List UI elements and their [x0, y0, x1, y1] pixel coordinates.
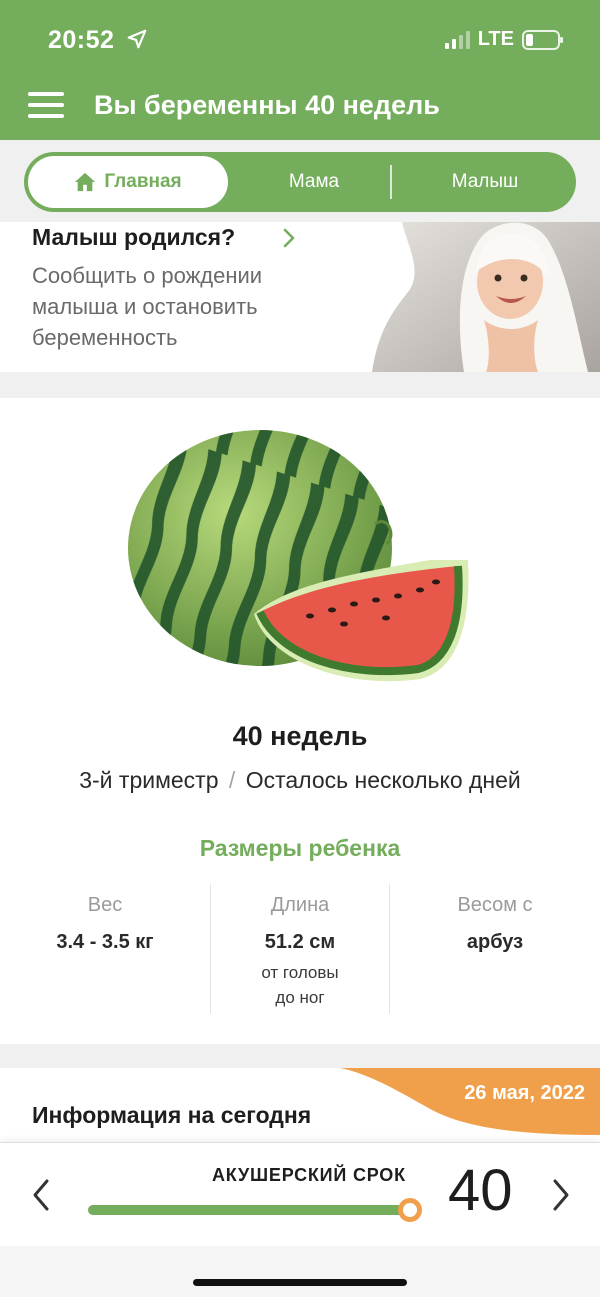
term-slider-fill [88, 1205, 410, 1215]
tab-home[interactable]: Главная [28, 156, 228, 208]
watermelon-image [128, 430, 469, 682]
sizes-title: Размеры ребенка [199, 835, 401, 861]
chevron-left-icon[interactable] [26, 1173, 56, 1217]
baby-born-card[interactable]: Малыш родился? Сообщить о рождении малыш… [0, 222, 600, 372]
segmented-tabs: Главная Мама Малыш [24, 152, 576, 212]
trimester-separator: / [228, 767, 236, 793]
size-note-line1: от головы [261, 963, 339, 982]
baby-size-card: 40 недель 3-й триместр / Осталось нескол… [0, 398, 600, 1044]
size-value: арбуз [466, 931, 524, 953]
battery-icon [522, 29, 563, 50]
home-bar [0, 1246, 600, 1297]
weeks-heading: 40 недель [232, 721, 368, 751]
tab-home-label: Главная [104, 171, 182, 192]
size-label: Весом с [457, 894, 533, 916]
status-time: 20:52 [48, 26, 115, 54]
size-compare: Весом с арбуз [390, 884, 600, 1014]
tab-mom-label: Мама [288, 171, 340, 192]
status-right: LTE [444, 28, 563, 51]
trimester-text: 3-й триместр [79, 767, 219, 793]
home-icon [75, 172, 96, 192]
term-label: АКУШЕРСКИЙ СРОК [212, 1165, 406, 1185]
tab-baby-label: Малыш [451, 171, 519, 192]
baby-photo [372, 222, 600, 372]
size-label: Длина [270, 894, 330, 916]
tab-mom[interactable]: Мама [234, 152, 394, 212]
size-weight: Вес 3.4 - 3.5 кг [0, 884, 210, 1014]
network-type: LTE [477, 28, 514, 50]
trimester-line: 3-й триместр / Осталось несколько дней [0, 767, 600, 794]
born-card-description: Сообщить о рождении малыша и остановить … [32, 263, 263, 350]
signal-bars-icon [444, 30, 470, 49]
term-slider[interactable] [88, 1198, 422, 1222]
chevron-right-icon[interactable] [546, 1173, 576, 1217]
tab-baby[interactable]: Малыш [400, 152, 570, 212]
size-label: Вес [87, 894, 123, 916]
size-note-line2: до ног [275, 988, 325, 1007]
date-text: 26 мая, 2022 [464, 1082, 585, 1104]
remaining-text: Осталось несколько дней [245, 767, 521, 793]
term-navigator: АКУШЕРСКИЙ СРОК 40 [0, 1142, 600, 1246]
home-indicator[interactable] [193, 1279, 407, 1286]
today-info-card[interactable]: 26 мая, 2022 Информация на сегодня [0, 1068, 600, 1143]
info-card-title: Информация на сегодня [32, 1102, 312, 1128]
chevron-right-icon [282, 228, 296, 254]
term-slider-thumb[interactable] [398, 1198, 422, 1222]
size-length: Длина 51.2 см от головы до ног [210, 884, 390, 1014]
size-value: 3.4 - 3.5 кг [56, 931, 154, 953]
baby-sizes: Вес 3.4 - 3.5 кг Длина 51.2 см от головы… [0, 884, 600, 1014]
location-arrow-icon [127, 29, 147, 49]
app-header: 20:52 LTE Вы беременны 40 недель [0, 0, 600, 140]
tab-divider [390, 165, 392, 199]
size-value: 51.2 см [264, 931, 336, 953]
hamburger-menu-icon[interactable] [28, 92, 64, 120]
page-title: Вы беременны 40 недель [94, 90, 440, 120]
week-number: 40 [448, 1158, 513, 1223]
born-card-title: Малыш родился? [32, 224, 236, 250]
